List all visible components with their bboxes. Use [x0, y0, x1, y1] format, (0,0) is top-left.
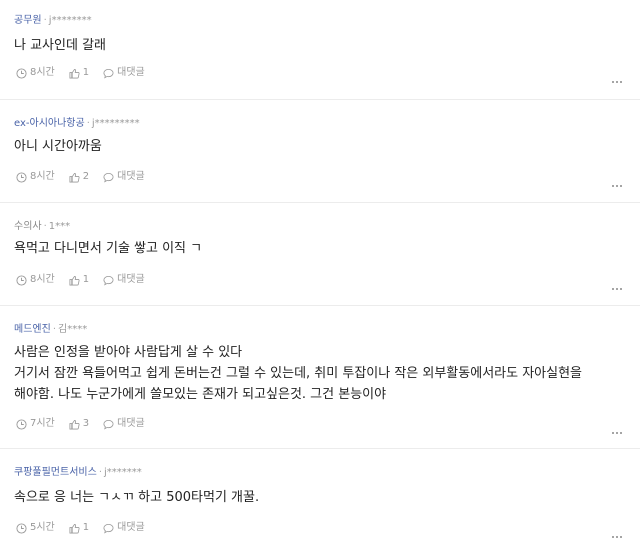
more-options-icon[interactable]: [612, 422, 626, 434]
separator-dot: ·: [43, 15, 47, 26]
time-text: 8시간: [30, 67, 55, 78]
comment-meta: 5시간 1 대댓글: [16, 522, 159, 534]
author-name: j********: [48, 15, 92, 26]
separator-dot: ·: [98, 467, 102, 478]
like-count: 1: [82, 522, 90, 533]
like-count: 3: [82, 418, 90, 429]
time-text: 8시간: [30, 171, 55, 182]
reply-label: 대댓글: [117, 418, 145, 429]
comment-item: 메드엔진 · 김**** 사람은 인정을 받아야 사람답게 살 수 있다 거기서 잠…: [0, 306, 640, 449]
speech-bubble-icon: [103, 523, 114, 533]
comment-item: 쿠팡풀필먼트서비스 · j******* 속으로 응 너는 ㄱㅅㄲ 하고 500타먹…: [0, 449, 640, 546]
comment-header: 메드엔진 · 김****: [14, 324, 87, 336]
reply-button[interactable]: 대댓글: [103, 171, 145, 183]
comment-text-line: 사람은 인정을 받아야 사람답게 살 수 있다: [14, 345, 243, 360]
comment-text-line: 해야함. 나도 누군가에게 쓸모있는 존재가 되고싶은것. 그건 본능이야: [14, 387, 387, 402]
comment-text: 욕먹고 다니면서 기술 쌓고 이직 ㄱ: [14, 241, 203, 256]
thumbs-up-icon: [69, 172, 80, 182]
like-count: 2: [82, 171, 90, 182]
reply-button[interactable]: 대댓글: [103, 67, 145, 79]
more-options-icon[interactable]: [612, 175, 626, 187]
comment-text: 속으로 응 너는 ㄱㅅㄲ 하고 500타먹기 개꿀.: [14, 490, 260, 505]
time-text: 7시간: [30, 418, 55, 429]
clock-icon: [16, 418, 27, 430]
clock-icon: [16, 522, 27, 534]
comment-time: 8시간: [16, 171, 55, 183]
author-name: j*********: [91, 118, 140, 129]
like-button[interactable]: 3: [69, 418, 89, 430]
comment-item: 공무원 · j******** 나 교사인데 갈래 8시간 1 대댓글: [0, 0, 640, 100]
separator-dot: ·: [86, 118, 90, 129]
clock-icon: [16, 67, 27, 79]
comment-time: 5시간: [16, 522, 55, 534]
reply-label: 대댓글: [117, 274, 145, 285]
reply-label: 대댓글: [117, 171, 145, 182]
comment-header: 쿠팡풀필먼트서비스 · j*******: [14, 467, 142, 479]
separator-dot: ·: [43, 221, 47, 232]
comment-time: 8시간: [16, 274, 55, 286]
comment-header: 수의사 · 1***: [14, 221, 70, 233]
comment-time: 7시간: [16, 418, 55, 430]
comment-text: 나 교사인데 갈래: [14, 38, 106, 53]
like-button[interactable]: 2: [69, 171, 89, 183]
comment-header: 공무원 · j********: [14, 15, 92, 27]
author-name: j*******: [104, 467, 142, 478]
comment-text-line: 거기서 잠깐 욕들어먹고 쉽게 돈버는건 그럴 수 있는데, 취미 투잡이나 작…: [14, 366, 583, 381]
comment-meta: 7시간 3 대댓글: [16, 418, 159, 430]
comment-item: ex-아시아나항공 · j********* 아니 시간아까움 8시간 2 대댓글: [0, 100, 640, 203]
like-button[interactable]: 1: [69, 274, 89, 286]
time-text: 8시간: [30, 274, 55, 285]
comment-text: 아니 시간아까움: [14, 139, 102, 154]
clock-icon: [16, 171, 27, 183]
like-button[interactable]: 1: [69, 522, 89, 534]
separator-dot: ·: [52, 324, 56, 335]
author-name: 김****: [58, 324, 88, 335]
author-company[interactable]: 쿠팡풀필먼트서비스: [14, 467, 97, 478]
author-name: 1***: [48, 221, 71, 232]
author-company[interactable]: 수의사: [14, 221, 42, 232]
more-options-icon[interactable]: [612, 278, 626, 290]
clock-icon: [16, 274, 27, 286]
reply-button[interactable]: 대댓글: [103, 522, 145, 534]
reply-label: 대댓글: [117, 67, 145, 78]
speech-bubble-icon: [103, 172, 114, 182]
time-text: 5시간: [30, 522, 55, 533]
author-company[interactable]: ex-아시아나항공: [14, 118, 85, 129]
thumbs-up-icon: [69, 523, 80, 533]
thumbs-up-icon: [69, 275, 80, 285]
thumbs-up-icon: [69, 68, 80, 78]
like-count: 1: [82, 274, 90, 285]
reply-button[interactable]: 대댓글: [103, 274, 145, 286]
speech-bubble-icon: [103, 419, 114, 429]
more-options-icon[interactable]: [612, 526, 626, 538]
speech-bubble-icon: [103, 68, 114, 78]
comment-meta: 8시간 2 대댓글: [16, 171, 159, 183]
reply-label: 대댓글: [117, 522, 145, 533]
reply-button[interactable]: 대댓글: [103, 418, 145, 430]
more-options-icon[interactable]: [612, 71, 626, 83]
author-company[interactable]: 공무원: [14, 15, 42, 26]
comment-header: ex-아시아나항공 · j*********: [14, 118, 140, 130]
speech-bubble-icon: [103, 275, 114, 285]
like-button[interactable]: 1: [69, 67, 89, 79]
comment-item: 수의사 · 1*** 욕먹고 다니면서 기술 쌓고 이직 ㄱ 8시간 1 대댓글: [0, 203, 640, 306]
author-company[interactable]: 메드엔진: [14, 324, 51, 335]
like-count: 1: [82, 67, 90, 78]
comment-time: 8시간: [16, 67, 55, 79]
thumbs-up-icon: [69, 419, 80, 429]
comment-meta: 8시간 1 대댓글: [16, 67, 159, 79]
comment-meta: 8시간 1 대댓글: [16, 274, 159, 286]
